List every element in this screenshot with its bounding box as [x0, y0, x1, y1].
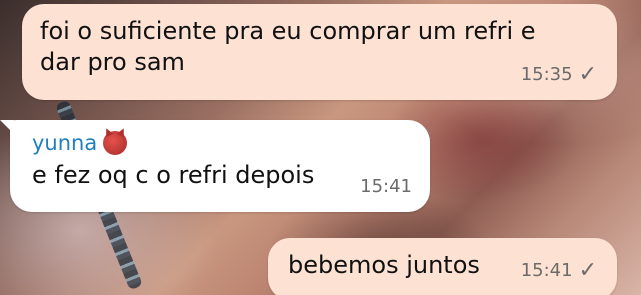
message-text: foi o suficiente pra eu comprar um refri…	[40, 17, 536, 45]
message-bubble-outgoing[interactable]: bebemos juntos 15:41 ✓	[268, 238, 617, 295]
message-text: e fez oq c o refri depois	[32, 161, 315, 189]
message-meta: 15:41 ✓	[521, 255, 597, 286]
sender-name[interactable]: yunna	[32, 130, 410, 156]
bubble-tail	[0, 120, 14, 134]
message-time: 15:35	[520, 64, 573, 85]
message-bubble-incoming[interactable]: yunna e fez oq c o refri depois 15:41	[0, 120, 430, 212]
chat-view: foi o suficiente pra eu comprar um refri…	[0, 0, 641, 295]
check-icon: ✓	[578, 257, 597, 283]
message-meta: 15:35 ✓	[521, 59, 597, 90]
devil-icon	[103, 131, 128, 155]
check-icon: ✓	[578, 61, 597, 87]
message-time: 15:41	[520, 260, 573, 281]
message-time: 15:41	[360, 176, 412, 197]
message-bubble-outgoing[interactable]: foi o suficiente pra eu comprar um refri…	[22, 4, 617, 100]
message-text: dar pro sam	[40, 48, 185, 76]
message-meta: 15:41	[360, 171, 412, 202]
sender-label: yunna	[32, 131, 98, 155]
